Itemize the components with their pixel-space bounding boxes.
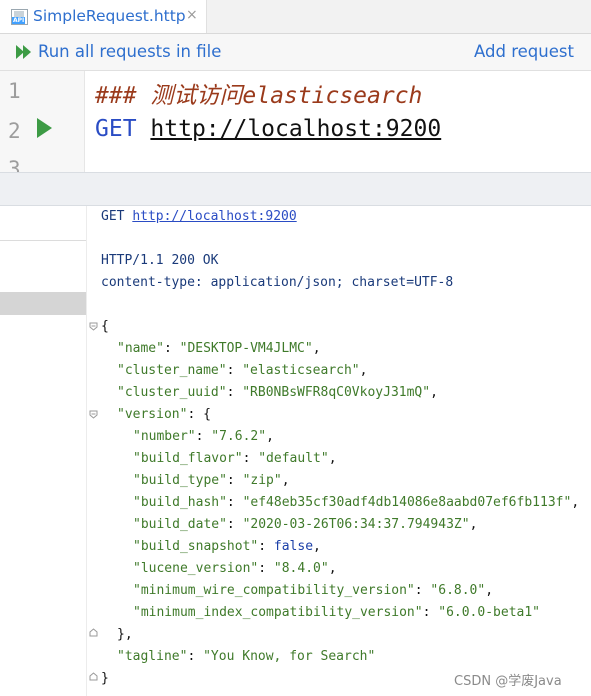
run-request-icon[interactable] xyxy=(37,118,52,138)
fold-close-icon[interactable] xyxy=(89,628,98,637)
json-key: "tagline" xyxy=(117,649,188,664)
json-key: "build_snapshot" xyxy=(133,539,259,554)
json-value: "8.4.0" xyxy=(273,561,329,576)
editor-tab-bar: API SimpleRequest.http × xyxy=(0,0,591,34)
api-file-icon: API xyxy=(11,9,28,25)
json-value: "You Know, for Search" xyxy=(203,649,376,664)
fold-open-icon[interactable] xyxy=(89,322,98,331)
json-key: "name" xyxy=(117,341,164,356)
http-client-toolbar: Run all requests in file Add request xyxy=(0,34,591,71)
json-key: "build_hash" xyxy=(133,495,227,510)
request-url-link[interactable]: http://localhost:9200 xyxy=(150,116,441,142)
json-value: "elasticsearch" xyxy=(242,363,360,378)
json-value: "2020-03-26T06:34:37.794943Z" xyxy=(242,517,470,532)
watermark: CSDN @学废Java xyxy=(454,674,562,689)
json-value: "6.8.0" xyxy=(430,583,486,598)
json-key: "build_flavor" xyxy=(133,451,243,466)
json-line: "build_flavor": "default", xyxy=(133,451,337,466)
add-request-button[interactable]: Add request xyxy=(474,42,574,61)
request-line: GET http://localhost:9200 xyxy=(95,116,441,142)
response-status: HTTP/1.1 200 OK xyxy=(101,253,219,268)
http-method: GET xyxy=(95,116,137,142)
json-line: "build_hash": "ef48eb35cf30adf4db14086e8… xyxy=(133,495,580,510)
response-gutter xyxy=(0,206,87,696)
json-line: "number": "7.6.2", xyxy=(133,429,274,444)
response-url-link[interactable]: http://localhost:9200 xyxy=(132,209,296,224)
json-line: "minimum_wire_compatibility_version": "6… xyxy=(133,583,494,598)
json-value: { xyxy=(203,407,211,422)
line-number: 3 xyxy=(8,157,21,172)
json-value: "zip" xyxy=(242,473,282,488)
json-line: "tagline": "You Know, for Search" xyxy=(117,649,376,664)
json-line: "name": "DESKTOP-VM4JLMC", xyxy=(117,341,321,356)
json-line: "version": { xyxy=(117,407,211,422)
json-key: "minimum_wire_compatibility_version" xyxy=(133,583,415,598)
json-line: "cluster_name": "elasticsearch", xyxy=(117,363,368,378)
line-number: 1 xyxy=(8,79,21,103)
fold-close-icon[interactable] xyxy=(89,672,98,681)
json-key: "number" xyxy=(133,429,196,444)
line-number: 2 xyxy=(8,119,21,143)
json-line: } xyxy=(101,671,109,686)
pane-splitter[interactable] xyxy=(0,172,591,206)
tab-title: SimpleRequest.http xyxy=(33,7,186,25)
close-tab-icon[interactable]: × xyxy=(186,7,198,23)
json-key: "version" xyxy=(117,407,188,422)
json-key: "minimum_index_compatibility_version" xyxy=(133,605,423,620)
json-value: "DESKTOP-VM4JLMC" xyxy=(179,341,313,356)
tab-simplerequest-http[interactable]: API SimpleRequest.http × xyxy=(0,0,207,33)
json-line: }, xyxy=(117,627,133,642)
gutter-divider xyxy=(0,240,86,241)
json-value: "ef48eb35cf30adf4db14086e8aabd07ef6fb113… xyxy=(242,495,572,510)
json-value: "RB0NBsWFR8qC0VkoyJ31mQ" xyxy=(242,385,431,400)
json-key: "build_date" xyxy=(133,517,227,532)
json-line: "build_type": "zip", xyxy=(133,473,290,488)
run-all-icon[interactable] xyxy=(15,44,33,60)
run-all-requests-button[interactable]: Run all requests in file xyxy=(38,42,221,61)
json-line: "build_date": "2020-03-26T06:34:37.79494… xyxy=(133,517,478,532)
json-value: false xyxy=(273,539,314,554)
json-line: "minimum_index_compatibility_version": "… xyxy=(133,605,540,620)
json-line: "cluster_uuid": "RB0NBsWFR8qC0VkoyJ31mQ"… xyxy=(117,385,438,400)
response-request-line: GET http://localhost:9200 xyxy=(101,209,297,224)
gutter-highlight xyxy=(0,292,86,315)
json-value: "default" xyxy=(258,451,329,466)
editor-gutter: 1 2 3 xyxy=(0,71,85,172)
json-key: "cluster_uuid" xyxy=(117,385,227,400)
json-line: "build_snapshot": false, xyxy=(133,539,321,554)
json-value: "6.0.0-beta1" xyxy=(438,605,540,620)
request-comment: ### 测试访问elasticsearch xyxy=(95,83,423,109)
json-key: "lucene_version" xyxy=(133,561,259,576)
json-line: { xyxy=(101,319,109,334)
fold-open-icon[interactable] xyxy=(89,410,98,419)
response-content-type: content-type: application/json; charset=… xyxy=(101,275,454,290)
json-key: "cluster_name" xyxy=(117,363,227,378)
json-key: "build_type" xyxy=(133,473,227,488)
json-line: "lucene_version": "8.4.0", xyxy=(133,561,337,576)
http-editor[interactable]: 1 2 3 ### 测试访问elasticsearch GET http://l… xyxy=(0,71,591,172)
json-value: "7.6.2" xyxy=(211,429,267,444)
